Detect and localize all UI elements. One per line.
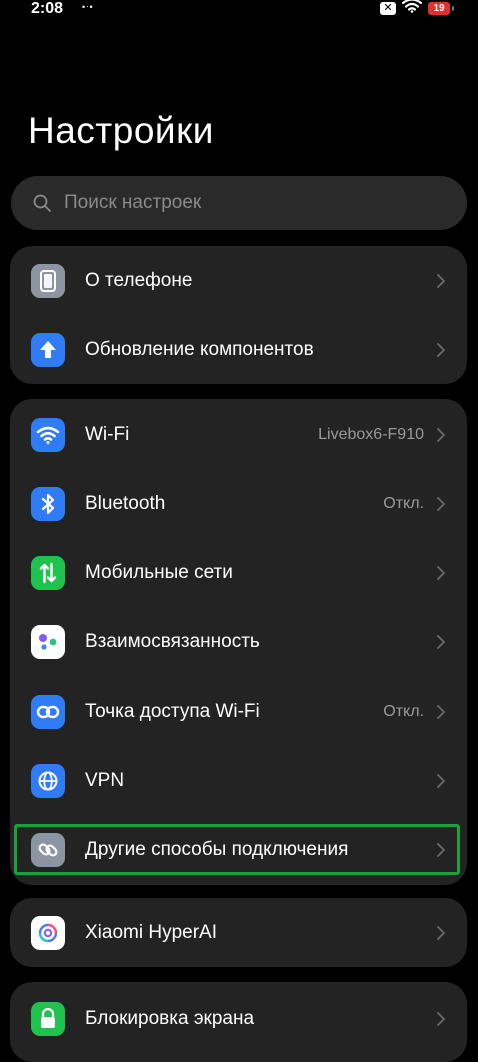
- settings-item-label: Wi-Fi: [85, 423, 130, 445]
- settings-item-label: Взаимосвязанность: [85, 630, 260, 652]
- status-bar: 2:08 •ᐧ• ✕ 19: [0, 0, 478, 20]
- hyperai-icon: [31, 915, 65, 950]
- link-icon: [31, 832, 65, 867]
- no-sim-icon: ✕: [380, 1, 396, 15]
- chevron-right-icon: [437, 273, 445, 288]
- settings-item-label: О телефоне: [85, 269, 193, 291]
- globe-icon: [31, 763, 65, 798]
- settings-item-about-phone[interactable]: О телефоне: [10, 246, 467, 315]
- settings-item-bluetooth[interactable]: Bluetooth Откл.: [10, 469, 467, 538]
- hotspot-icon: [31, 694, 65, 729]
- interconnect-icon: [31, 624, 65, 659]
- settings-item-label: Мобильные сети: [85, 561, 233, 583]
- chevron-right-icon: [437, 773, 445, 788]
- chevron-right-icon: [437, 565, 445, 580]
- settings-item-mobile-networks[interactable]: Мобильные сети: [10, 538, 467, 607]
- wifi-status-icon: [401, 0, 423, 18]
- settings-item-component-update[interactable]: Обновление компонентов: [10, 315, 467, 384]
- settings-group-security: Блокировка экрана: [10, 982, 467, 1062]
- settings-item-other-connections[interactable]: Другие способы подключения: [10, 815, 467, 884]
- wifi-icon: [31, 417, 65, 452]
- settings-item-label: Bluetooth: [85, 492, 166, 514]
- arrow-up-icon: [31, 332, 65, 367]
- settings-item-hyperai[interactable]: Xiaomi HyperAI: [10, 898, 467, 967]
- battery-icon: 19: [428, 1, 454, 15]
- status-icons: ✕ 19: [380, 0, 454, 18]
- settings-item-wifi[interactable]: Wi-Fi Livebox6-F910: [10, 400, 467, 469]
- settings-item-value: Откл.: [383, 702, 424, 720]
- settings-item-label: VPN: [85, 769, 125, 791]
- chevron-right-icon: [437, 496, 445, 511]
- settings-item-value: Livebox6-F910: [318, 425, 424, 443]
- settings-group-ai: Xiaomi HyperAI: [10, 898, 467, 967]
- phone-icon: [31, 263, 65, 298]
- settings-item-label: Блокировка экрана: [85, 1007, 255, 1029]
- chevron-right-icon: [437, 427, 445, 442]
- page-title: Настройки: [28, 110, 214, 151]
- notification-dots: •ᐧ•: [82, 2, 94, 12]
- settings-item-label: Xiaomi HyperAI: [85, 921, 217, 943]
- settings-item-hotspot[interactable]: Точка доступа Wi-Fi Откл.: [10, 677, 467, 746]
- search-placeholder: Поиск настроек: [64, 192, 202, 213]
- chevron-right-icon: [437, 342, 445, 357]
- settings-item-label: Обновление компонентов: [85, 338, 314, 360]
- settings-item-label: Другие способы подключения: [85, 838, 349, 860]
- chevron-right-icon: [437, 925, 445, 940]
- mobile-data-icon: [31, 555, 65, 590]
- settings-item-label: Точка доступа Wi-Fi: [85, 700, 260, 722]
- search-icon: [33, 194, 51, 212]
- chevron-right-icon: [437, 842, 445, 857]
- settings-item-vpn[interactable]: VPN: [10, 746, 467, 815]
- bluetooth-icon: [31, 486, 65, 521]
- settings-item-interconnectivity[interactable]: Взаимосвязанность: [10, 607, 467, 676]
- settings-group-connectivity: Wi-Fi Livebox6-F910 Bluetooth Откл. Моби…: [10, 399, 467, 885]
- lock-icon: [31, 1001, 65, 1036]
- settings-item-value: Откл.: [383, 494, 424, 512]
- chevron-right-icon: [437, 634, 445, 649]
- chevron-right-icon: [437, 704, 445, 719]
- status-time: 2:08: [31, 0, 64, 17]
- search-input[interactable]: Поиск настроек: [11, 176, 467, 230]
- settings-item-lock-screen[interactable]: Блокировка экрана: [10, 984, 467, 1053]
- settings-group-device: О телефоне Обновление компонентов: [10, 246, 467, 384]
